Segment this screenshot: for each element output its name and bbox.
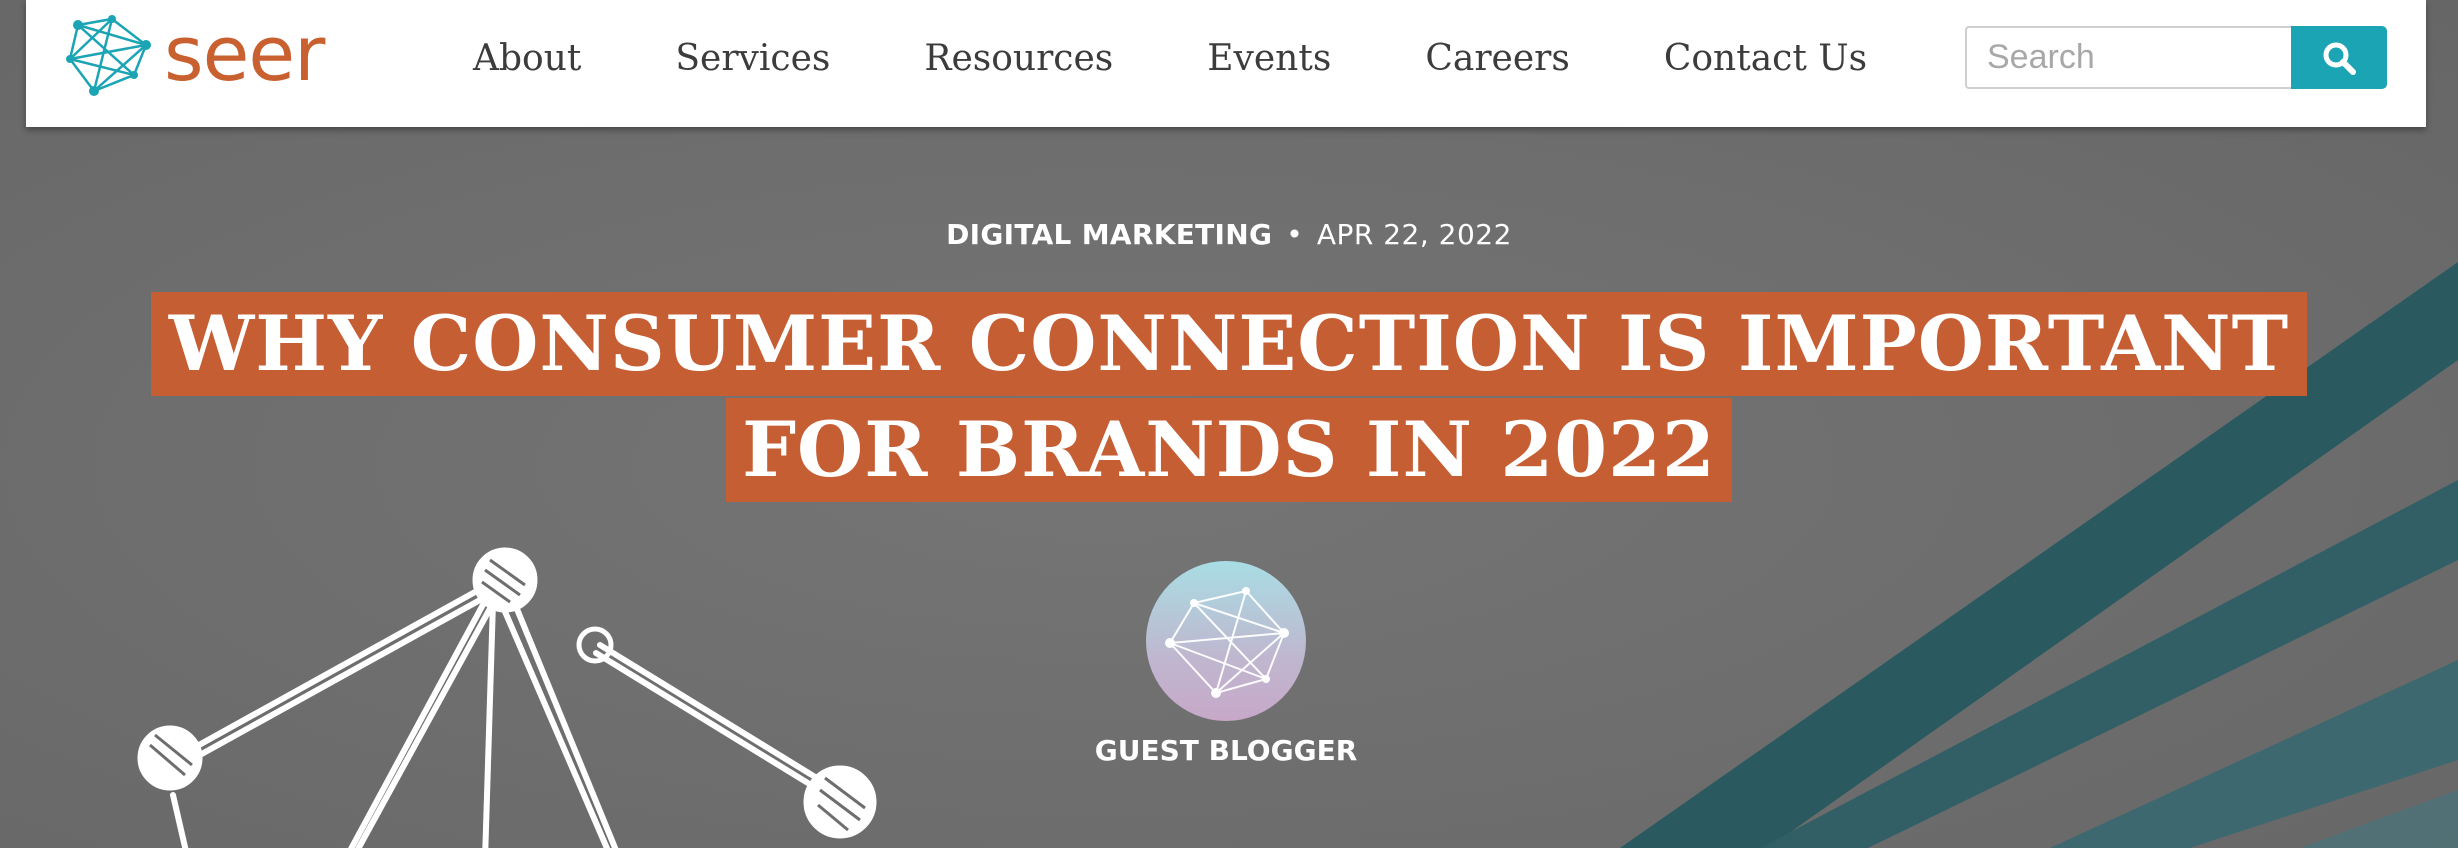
author-name[interactable]: GUEST BLOGGER [0,734,2452,767]
nav-item-events[interactable]: Events [1207,38,1331,79]
author-avatar[interactable] [1146,561,1306,721]
meta-separator: • [1286,218,1303,251]
nav-item-resources[interactable]: Resources [924,38,1113,79]
network-logo-icon [66,15,151,96]
article-title-line-1: WHY CONSUMER CONNECTION IS IMPORTANT [150,292,2308,396]
brand-name: seer [164,9,325,98]
site-header: seer About Services Resources Events Car… [26,0,2426,127]
nav-item-services[interactable]: Services [675,38,830,79]
molecule-illustration [137,547,877,848]
main-nav: About Services Resources Events Careers … [473,30,1867,86]
nav-item-careers[interactable]: Careers [1425,38,1570,79]
article-title: WHY CONSUMER CONNECTION IS IMPORTANT FOR… [0,290,2458,502]
search-button[interactable] [2291,26,2387,89]
brand-logo[interactable]: seer [64,9,325,102]
article-title-line-2: FOR BRANDS IN 2022 [726,398,1732,502]
search-input[interactable] [1965,26,2291,89]
article-meta: DIGITAL MARKETING • APR 22, 2022 [0,218,2458,251]
search-icon [2323,42,2356,75]
nav-item-about[interactable]: About [473,38,581,79]
nav-item-contact-us[interactable]: Contact Us [1664,38,1867,79]
article-category[interactable]: DIGITAL MARKETING [946,218,1272,251]
network-avatar-icon [1165,587,1289,698]
article-date: APR 22, 2022 [1316,218,1512,251]
search-bar [1965,26,2387,89]
